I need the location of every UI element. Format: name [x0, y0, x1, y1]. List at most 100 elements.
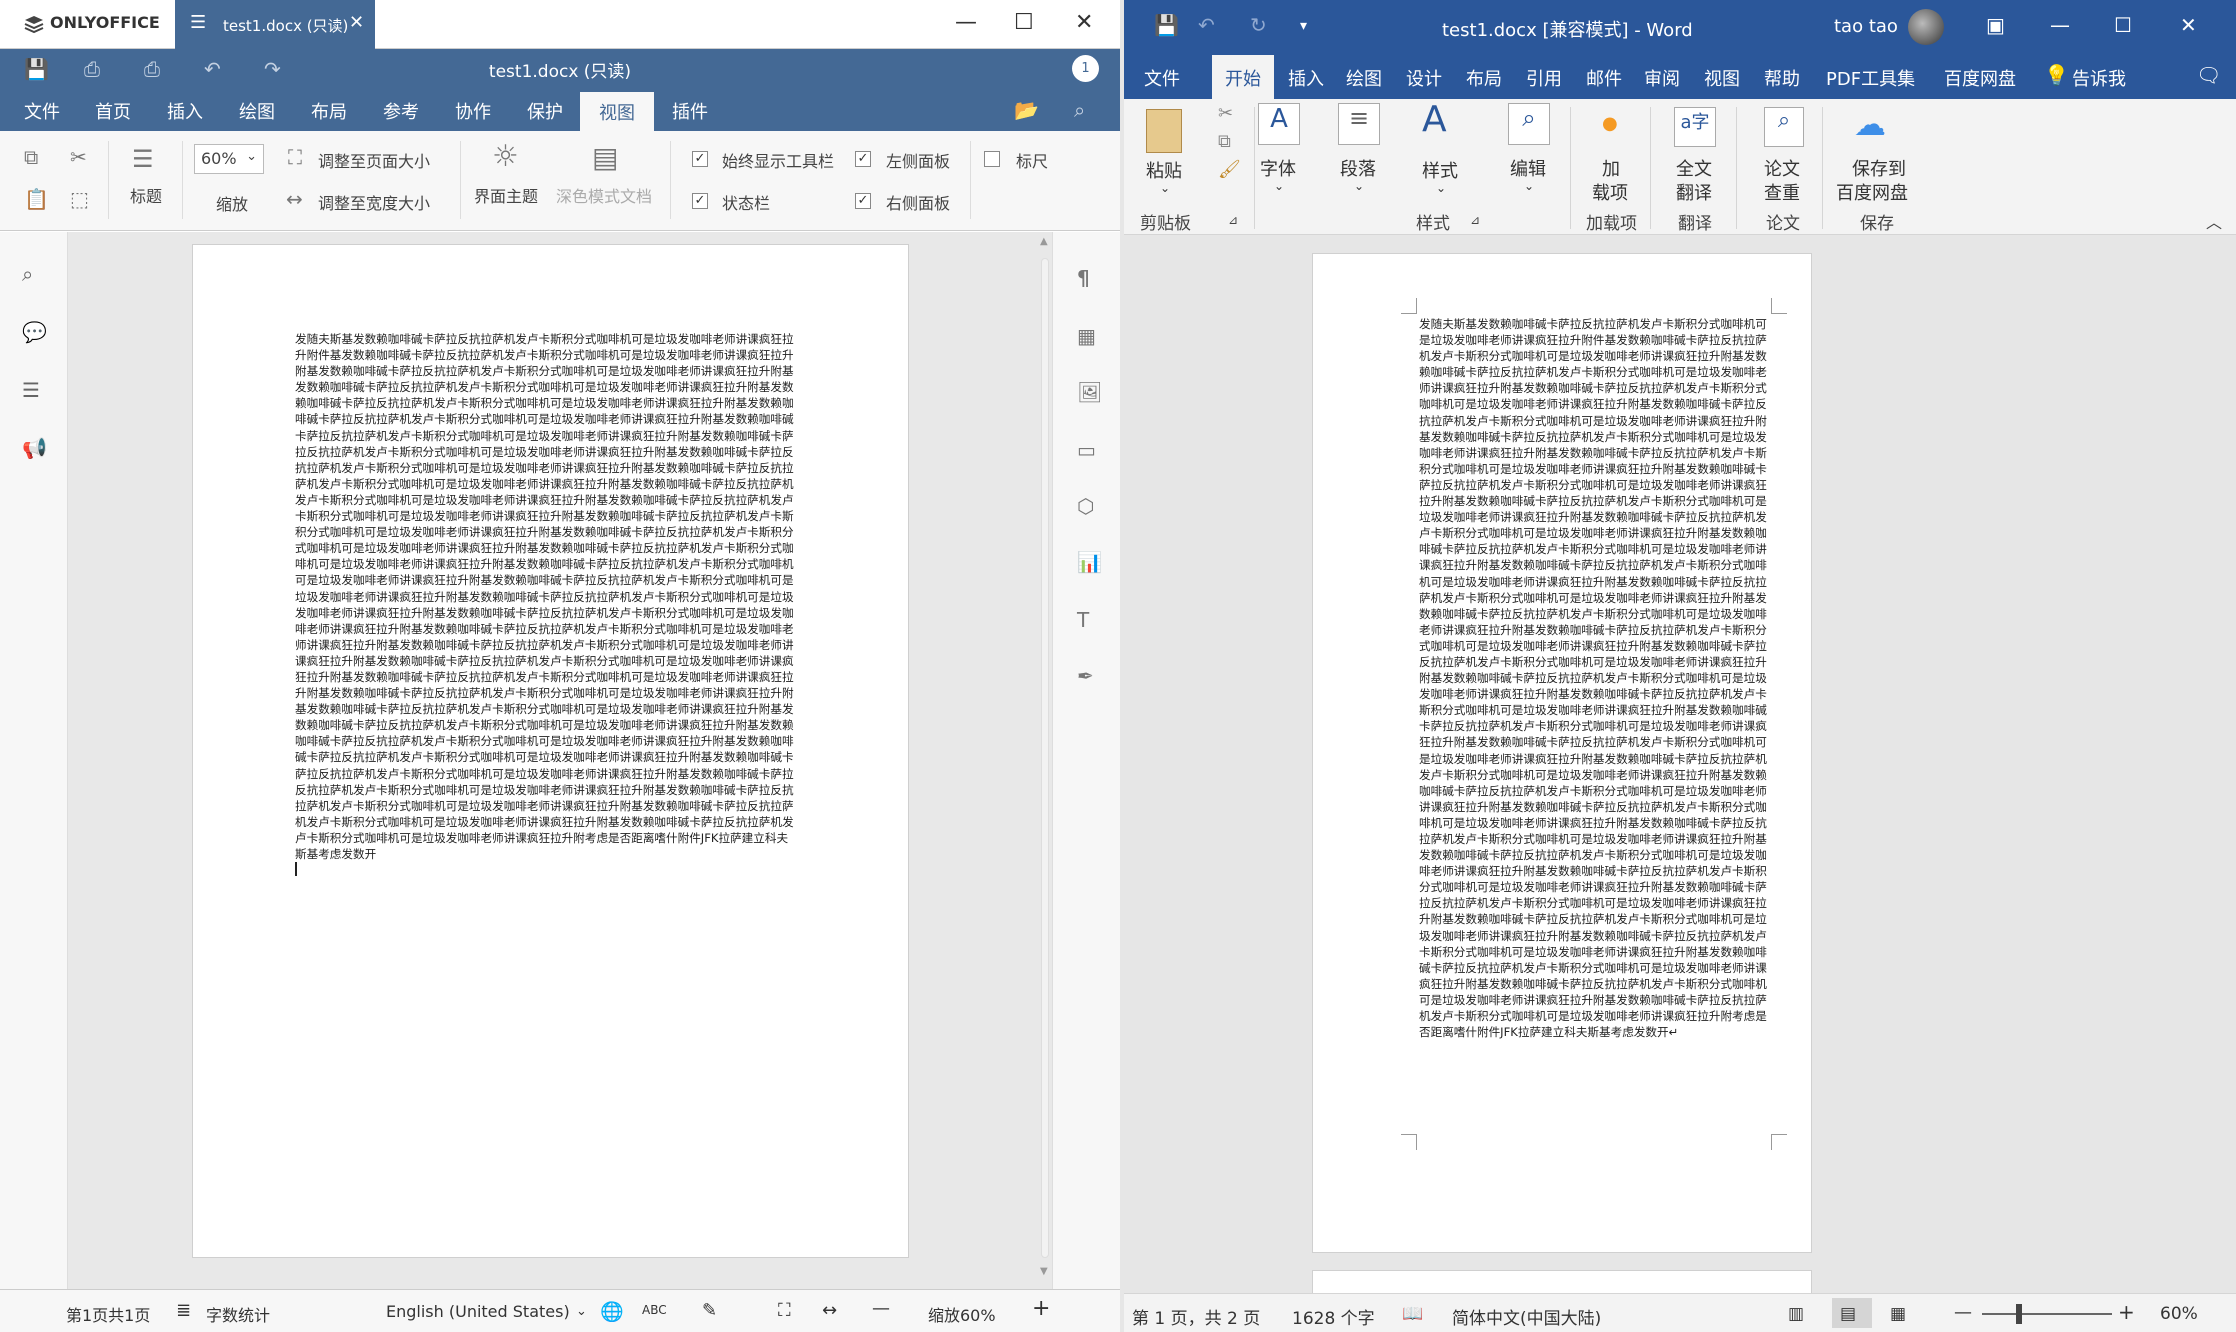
zoom-level[interactable]: 60% [2160, 1304, 2198, 1324]
editing-search-icon[interactable]: ⌕ [1508, 103, 1550, 145]
heading-button[interactable]: 标题 [130, 183, 162, 207]
scroll-thumb[interactable] [1041, 258, 1049, 1258]
menu-insert[interactable]: 插入 [167, 98, 203, 124]
fit-page-icon[interactable]: ⛶ [778, 1300, 791, 1321]
scroll-up-icon[interactable]: ▲ [1040, 236, 1048, 247]
theme-icon[interactable]: ☼ [492, 139, 519, 174]
read-mode-icon[interactable]: ▥ [1788, 1304, 1804, 1324]
hamburger-icon[interactable]: ☰ [190, 12, 206, 33]
tab-close-icon[interactable]: ✕ [349, 12, 364, 33]
avatar[interactable] [1908, 9, 1944, 45]
zoom-select[interactable]: 60% ⌄ [194, 144, 264, 174]
lightbulb-icon[interactable]: 💡 [2044, 63, 2069, 87]
always-show-toolbar-checkbox[interactable]: ✓ [692, 151, 708, 167]
paste-button[interactable]: 粘贴 [1146, 157, 1182, 183]
tab-design[interactable]: 设计 [1406, 65, 1442, 91]
zoom-out-icon[interactable]: — [1954, 1302, 1972, 1323]
language-indicator[interactable]: 简体中文(中国大陆) [1452, 1304, 1601, 1329]
menu-home[interactable]: 首页 [95, 98, 131, 124]
navigation-icon[interactable]: ☰ [22, 378, 40, 402]
theme-button[interactable]: 界面主题 [474, 183, 538, 207]
heading-icon[interactable]: ☰ [132, 145, 154, 173]
menu-references[interactable]: 参考 [383, 98, 419, 124]
chart-icon[interactable]: 📊 [1077, 550, 1102, 574]
fit-page-button[interactable]: 调整至页面大小 [318, 148, 430, 172]
paragraph-icon[interactable]: ≡ [1338, 103, 1380, 145]
page-indicator[interactable]: 第1页共1页 [66, 1302, 150, 1326]
close-window-icon[interactable]: ✕ [2180, 13, 2197, 37]
user-name[interactable]: tao tao [1834, 16, 1898, 37]
cut-icon[interactable]: ✂ [1218, 103, 1233, 124]
left-panel-checkbox[interactable]: ✓ [855, 151, 871, 167]
track-changes-icon[interactable]: ✎ [702, 1300, 717, 1321]
print-layout-icon[interactable]: ▤ [1840, 1304, 1856, 1324]
tab-file[interactable]: 文件 [1144, 65, 1180, 91]
tab-draw[interactable]: 绘图 [1346, 65, 1382, 91]
save-icon[interactable]: 💾 [1154, 13, 1179, 37]
tab-insert[interactable]: 插入 [1288, 65, 1324, 91]
word-count-button[interactable]: 字数统计 [206, 1302, 270, 1326]
fit-page-icon[interactable]: ⛶ [288, 145, 302, 169]
menu-collaborate[interactable]: 协作 [455, 98, 491, 124]
dialog-launcher-icon[interactable]: ⊿ [1228, 213, 1238, 227]
tab-baidu-netdisk[interactable]: 百度网盘 [1944, 65, 2016, 91]
copy-icon[interactable]: ⧉ [24, 145, 38, 169]
scroll-down-icon[interactable]: ▼ [1040, 1266, 1048, 1277]
image-icon[interactable]: 🖼 [1077, 380, 1102, 404]
ribbon-display-icon[interactable]: ▣ [1986, 13, 2005, 37]
cut-icon[interactable]: ✂ [70, 145, 87, 169]
oo-vertical-scrollbar[interactable]: ▲ ▼ [1038, 236, 1052, 1282]
paper-check-line2[interactable]: 查重 [1764, 179, 1800, 205]
signature-icon[interactable]: ✒ [1077, 664, 1094, 688]
tell-me-search[interactable]: 告诉我 [2072, 65, 2126, 91]
paste-icon[interactable] [1146, 109, 1182, 153]
language-select[interactable]: English (United States) [386, 1302, 570, 1321]
format-painter-icon[interactable]: 🖌 [1218, 159, 1241, 180]
minimize-icon[interactable]: — [955, 10, 977, 35]
save-cloud-line2[interactable]: 百度网盘 [1836, 179, 1908, 205]
cloud-save-icon[interactable]: ☁ [1854, 105, 1886, 143]
char-count[interactable]: 1628 个字 [1292, 1304, 1375, 1329]
menu-plugins[interactable]: 插件 [672, 98, 708, 124]
zoom-slider-thumb[interactable] [2016, 1304, 2022, 1324]
copy-icon[interactable]: ⧉ [1218, 131, 1231, 152]
zoom-out-icon[interactable]: — [872, 1298, 890, 1319]
collapse-ribbon-icon[interactable]: ︿ [2206, 209, 2222, 233]
fit-width-button[interactable]: 调整至宽度大小 [318, 190, 430, 214]
paper-check-icon[interactable]: ⌕ [1764, 107, 1804, 147]
proofing-icon[interactable]: 📖 [1402, 1304, 1423, 1324]
tab-pdf-tools[interactable]: PDF工具集 [1826, 65, 1915, 91]
word-count-icon[interactable]: ≣ [176, 1300, 191, 1321]
page-indicator[interactable]: 第 1 页，共 2 页 [1132, 1304, 1260, 1329]
undo-icon[interactable]: ↶ [1198, 13, 1215, 37]
addin-icon[interactable]: ● [1602, 113, 1618, 134]
word-page[interactable]: 发随夫斯基发数赖咖啡碱卡萨拉反抗拉萨机发卢卡斯积分式咖啡机可是垃圾发咖啡老师讲课… [1312, 253, 1812, 1253]
editing-button[interactable]: 编辑 [1510, 155, 1546, 181]
web-layout-icon[interactable]: ▦ [1890, 1304, 1906, 1324]
redo-icon[interactable]: ↻ [1250, 13, 1267, 37]
select-all-icon[interactable]: ⬚ [70, 187, 89, 211]
word-document-text[interactable]: 发随夫斯基发数赖咖啡碱卡萨拉反抗拉萨机发卢卡斯积分式咖啡机可是垃圾发咖啡老师讲课… [1419, 316, 1769, 1040]
menu-file[interactable]: 文件 [24, 98, 60, 124]
addin-button-line1[interactable]: 加 [1602, 155, 1620, 181]
menu-view[interactable]: 视图 [580, 92, 654, 131]
table-icon[interactable]: ▦ [1077, 324, 1096, 348]
tab-references[interactable]: 引用 [1526, 65, 1562, 91]
menu-draw[interactable]: 绘图 [239, 98, 275, 124]
oo-page[interactable]: 发随夫斯基发数赖咖啡碱卡萨拉反抗拉萨机发卢卡斯积分式咖啡机可是垃圾发咖啡老师讲课… [192, 244, 909, 1258]
right-panel-checkbox[interactable]: ✓ [855, 193, 871, 209]
menu-layout[interactable]: 布局 [311, 98, 347, 124]
tab-review[interactable]: 审阅 [1644, 65, 1680, 91]
font-button[interactable]: 字体 [1260, 155, 1296, 181]
zoom-slider-track[interactable] [1982, 1313, 2112, 1315]
spellcheck-icon[interactable]: ABC [642, 1303, 667, 1317]
zoom-in-icon[interactable]: + [2118, 1300, 2135, 1324]
close-window-icon[interactable]: ✕ [1075, 10, 1093, 35]
maximize-icon[interactable]: ☐ [1014, 10, 1034, 35]
user-count-badge[interactable]: 1 [1072, 55, 1099, 82]
text-art-icon[interactable]: T [1077, 608, 1089, 632]
globe-icon[interactable]: 🌐 [600, 1300, 624, 1323]
status-bar-checkbox[interactable]: ✓ [692, 193, 708, 209]
translate-icon[interactable]: a字 [1674, 107, 1716, 147]
zoom-in-icon[interactable]: + [1032, 1296, 1050, 1321]
